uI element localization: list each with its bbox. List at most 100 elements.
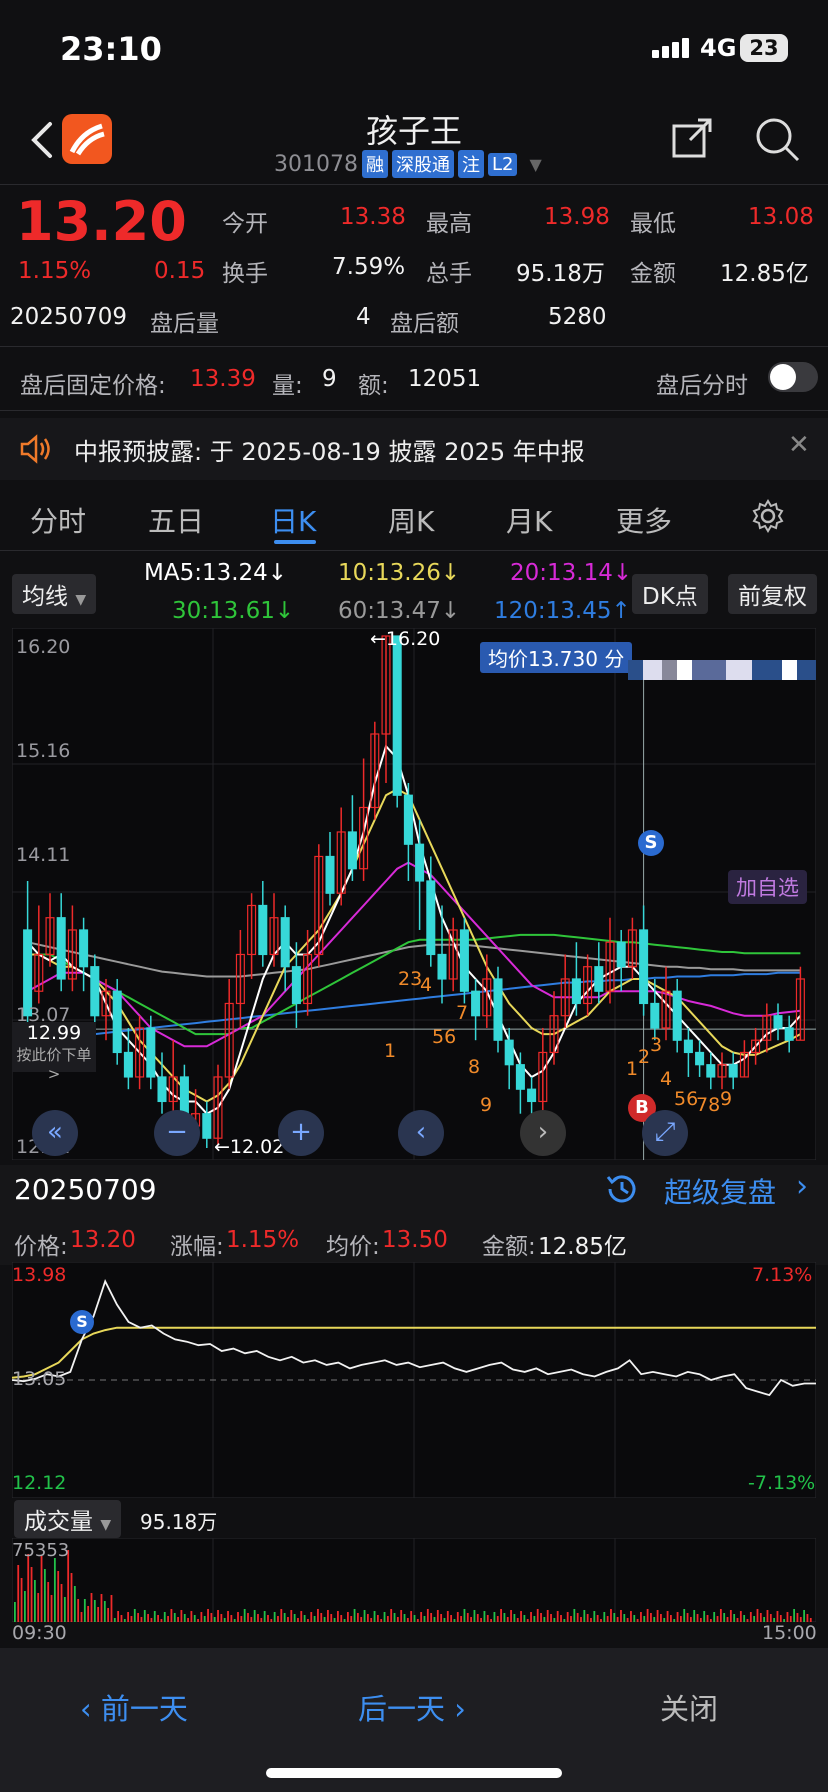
close-button[interactable]: 关闭 [660, 1686, 718, 1728]
volume-bar [343, 1619, 346, 1622]
volume-bar [307, 1619, 309, 1622]
fixed-amount-value: 12051 [408, 366, 482, 392]
fullscreen-button[interactable]: ⤢ [642, 1110, 688, 1156]
cursor-price-box[interactable]: 12.99 按此价下单> [12, 1022, 96, 1083]
tag-margin: 融 [361, 150, 388, 178]
stock-header: 孩子王 301078 融 深股通 注 L2 ▼ [0, 100, 828, 185]
volume-bar [786, 1612, 789, 1622]
period-tabs: 分时 五日 日K 周K 月K 更多 [0, 482, 828, 550]
candle-body [728, 1064, 738, 1078]
candle-body [773, 1015, 783, 1029]
volume-bar [596, 1615, 599, 1622]
after-volume-label: 盘后量 [150, 311, 219, 337]
after-amount-value: 5280 [548, 304, 607, 330]
open-label: 今开 [222, 211, 268, 237]
volume-bar [570, 1616, 572, 1622]
volume-chart: 75353 [11, 1537, 817, 1623]
tab-five-day[interactable]: 五日 [148, 500, 204, 540]
zoom-out-button[interactable]: − [154, 1110, 200, 1156]
adjust-button[interactable]: 前复权 [728, 574, 817, 614]
scroll-left-button[interactable]: ‹ [398, 1110, 444, 1156]
detail-pct-label: 涨幅: [170, 1234, 224, 1260]
detail-price-label: 价格: [14, 1234, 68, 1260]
prev-day-button[interactable]: ‹ 前一天 [80, 1686, 188, 1728]
volume-bar [793, 1609, 796, 1622]
volume-bar [410, 1611, 413, 1622]
tab-monthly-k[interactable]: 月K [506, 500, 552, 540]
volume-bar [223, 1618, 226, 1622]
volume-bar [699, 1618, 702, 1622]
volume-bar [526, 1619, 529, 1622]
notice-bar[interactable]: 中报预披露: 于 2025-08-19 披露 2025 年中报 ✕ [0, 418, 828, 480]
volume-bar [533, 1616, 536, 1622]
volume-bar [290, 1610, 293, 1622]
volume-bar [606, 1616, 609, 1622]
sell-signal-icon[interactable]: S [638, 830, 664, 856]
mini-sell-signal-icon[interactable]: S [70, 1310, 94, 1334]
tab-daily-k[interactable]: 日K [270, 500, 316, 540]
volume-bar [20, 1578, 23, 1622]
volume-bar [37, 1593, 40, 1622]
volume-bar [580, 1617, 582, 1622]
volume-bar [670, 1615, 672, 1622]
dk-point-button[interactable]: DK点 [632, 574, 708, 614]
kline-chart[interactable]: 16.20 15.16 14.11 13.07 12.02 ←16.20 ←12… [11, 627, 817, 1161]
zoom-in-button[interactable]: + [278, 1110, 324, 1156]
intraday-mini-chart[interactable]: 13.98 13.05 12.12 7.13% -7.13% S [11, 1261, 817, 1499]
candle-body [594, 966, 604, 992]
volume-bar [573, 1609, 576, 1622]
tab-intraday[interactable]: 分时 [30, 500, 86, 540]
volume-bar [446, 1611, 449, 1622]
volume-bar [393, 1613, 396, 1622]
ma120-value: 120:13.45↑ [494, 598, 631, 624]
volume-bar [466, 1613, 469, 1622]
volume-bar [510, 1610, 512, 1622]
detail-price: 13.20 [70, 1227, 136, 1253]
volume-bar [250, 1617, 253, 1622]
search-icon[interactable] [752, 114, 802, 164]
tab-weekly-k[interactable]: 周K [388, 500, 434, 540]
after-hours-toggle-label: 盘后分时 [656, 373, 748, 399]
indicator-selector[interactable]: 均线 ▼ [12, 574, 97, 614]
volume-bar [160, 1619, 163, 1622]
settings-gear-icon[interactable] [750, 498, 786, 534]
chevron-right-icon[interactable]: › [796, 1169, 808, 1204]
volume-bar [666, 1611, 669, 1622]
volume-bar [546, 1610, 549, 1622]
share-icon[interactable] [668, 114, 716, 162]
dropdown-icon[interactable]: ▼ [529, 155, 541, 174]
volume-bar [413, 1615, 416, 1622]
volume-bar [709, 1619, 712, 1622]
volume-bar [776, 1611, 779, 1622]
super-replay-link[interactable]: 超级复盘 [664, 1171, 776, 1211]
volume-bar [43, 1569, 46, 1622]
count-label: 4 [420, 974, 433, 996]
volume-bar [453, 1619, 456, 1622]
volume-bar [287, 1617, 289, 1622]
volume-bar [719, 1609, 722, 1622]
scroll-left-fast-button[interactable]: « [32, 1110, 78, 1156]
detail-info-row: 价格: 13.20 涨幅: 1.15% 均价: 13.50 金额: 12.85亿 [0, 1217, 828, 1265]
volume-bar [243, 1609, 246, 1622]
volume-bar [137, 1613, 140, 1622]
ma10-value: 10:13.26↓ [338, 560, 461, 586]
next-day-button[interactable]: 后一天 › [358, 1686, 466, 1728]
volume-bar [496, 1616, 499, 1622]
volume-bar [127, 1612, 130, 1622]
candle-body [347, 831, 357, 870]
tag-connect: 深股通 [391, 150, 454, 178]
volume-bar [173, 1613, 176, 1622]
volume-bar [769, 1614, 772, 1622]
history-icon[interactable] [604, 1171, 640, 1207]
tab-more[interactable]: 更多 [616, 500, 672, 540]
candle-body [157, 1076, 167, 1103]
scroll-right-button[interactable]: › [520, 1110, 566, 1156]
add-watchlist-button[interactable]: 加自选 [728, 870, 807, 904]
volume-bar [143, 1610, 146, 1622]
volume-bar [130, 1616, 133, 1622]
volume-bar [60, 1584, 63, 1622]
volume-bar [103, 1601, 106, 1622]
after-hours-toggle[interactable] [768, 362, 818, 392]
volume-selector[interactable]: 成交量 ▼ [14, 1500, 122, 1538]
close-notice-icon[interactable]: ✕ [788, 430, 810, 460]
